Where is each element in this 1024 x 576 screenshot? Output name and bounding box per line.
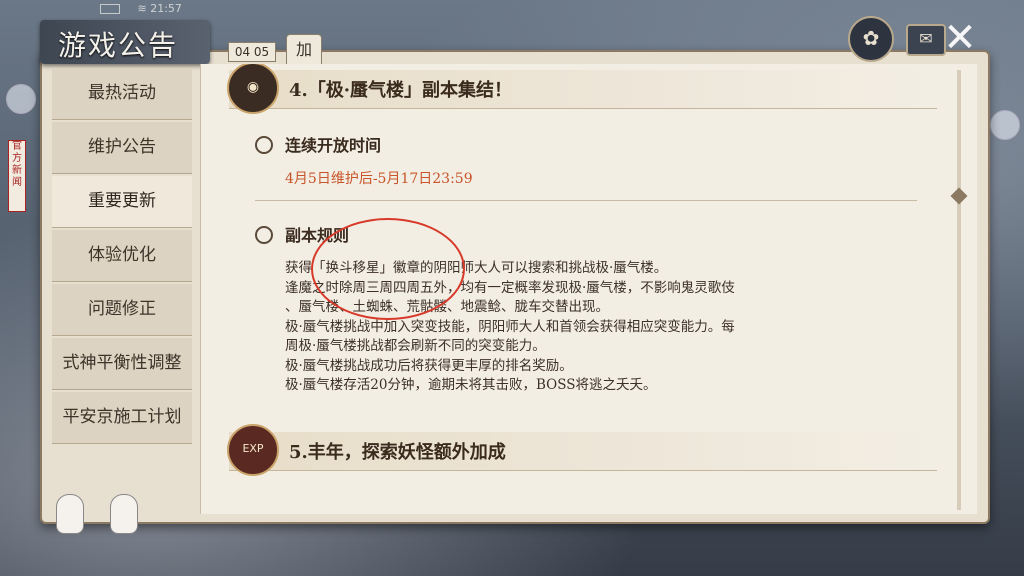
swirl-icon (255, 226, 273, 244)
open-time-value: 4月5日维护后-5月17日23:59 (285, 171, 473, 187)
rules-line: 极·蜃气楼挑战成功后将获得更丰厚的排名奖励。 (285, 357, 573, 374)
open-time-label: 连续开放时间 (285, 136, 382, 155)
section-title: 4.「极·蜃气楼」副本集结！ (289, 80, 513, 101)
mascot-characters (50, 476, 146, 536)
mascot-icon (56, 494, 84, 534)
mail-icon: ✉ (919, 29, 933, 48)
sidebar-item-balance[interactable]: 式神平衡性调整 (52, 338, 192, 390)
section-header: EXP 5.丰年，探索妖怪额外加成 (227, 424, 937, 476)
status-time: 21:57 (150, 2, 182, 15)
annotation-circle (311, 218, 465, 320)
page-indicator: 04 05 (228, 42, 276, 62)
wifi-icon: ≋ (137, 2, 147, 15)
sakura-icon: ✿ (862, 26, 880, 50)
section-title: 5.丰年，探索妖怪额外加成 (289, 442, 506, 463)
close-button[interactable]: ✕ (940, 18, 980, 58)
sidebar-item-hot-events[interactable]: 最热活动 (52, 68, 192, 120)
scrollbar[interactable] (950, 70, 968, 510)
divider (255, 200, 917, 201)
sidebar-item-important-update[interactable]: 重要更新 (52, 176, 192, 228)
sidebar-item-construction[interactable]: 平安京施工计划 (52, 392, 192, 444)
lantern-icon (990, 110, 1020, 140)
swirl-icon (255, 136, 273, 154)
exp-scroll-icon: EXP (227, 424, 279, 476)
section-header: ◉ 4.「极·蜃气楼」副本集结！ (227, 64, 937, 114)
page-title: 游戏公告 (58, 29, 179, 62)
page-tab[interactable]: 加 (286, 34, 322, 66)
lantern-icon (6, 84, 36, 114)
battery-icon (100, 4, 120, 14)
mushroom-icon: ◉ (227, 64, 279, 114)
rules-line: 周极·蜃气楼挑战都会刷新不同的突变能力。 (285, 338, 546, 354)
sidebar-item-maintenance[interactable]: 维护公告 (52, 122, 192, 174)
status-bar: ≋ 21:57 (100, 2, 182, 15)
sidebar: 最热活动 维护公告 重要更新 体验优化 问题修正 式神平衡性调整 平安京施工计划 (52, 68, 192, 446)
rules-line: 极·蜃气楼挑战中加入突变技能，阴阳师大人和首领会获得相应突变能力。每 (285, 318, 735, 335)
sakura-button[interactable]: ✿ (848, 16, 894, 62)
rules-line: 极·蜃气楼存活20分钟，逾期未将其击败，BOSS将逃之夭夭。 (285, 377, 657, 393)
mascot-icon (110, 494, 138, 534)
sidebar-item-bug-fix[interactable]: 问题修正 (52, 284, 192, 336)
side-tag: 官方新闻 (8, 140, 26, 212)
sidebar-item-experience[interactable]: 体验优化 (52, 230, 192, 282)
